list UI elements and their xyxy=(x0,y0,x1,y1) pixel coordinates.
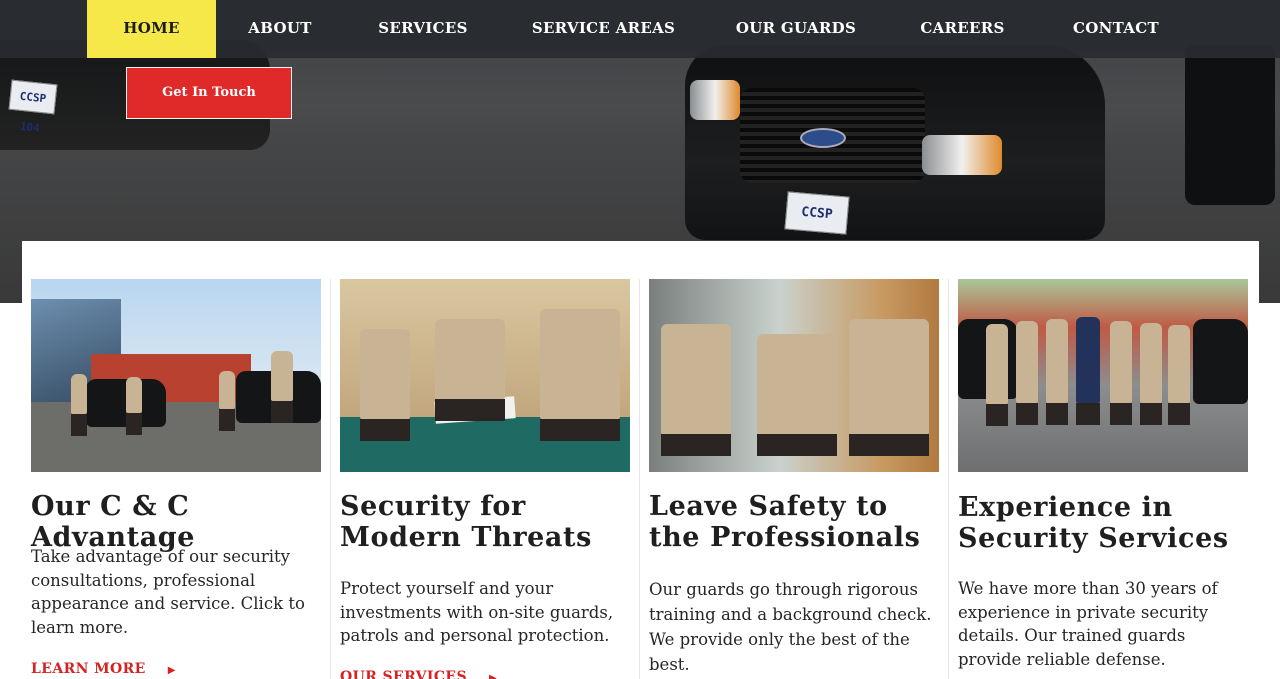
feature-column-experience: Experience in Security Services We have … xyxy=(949,279,1258,679)
get-in-touch-button[interactable]: Get In Touch xyxy=(126,67,292,119)
nav-item-contact[interactable]: CONTACT xyxy=(1038,0,1194,58)
hero-plate-left: CCSP 104 xyxy=(8,79,58,135)
feature-title: Leave Safety to the Professionals xyxy=(649,491,921,553)
feature-description: We have more than 30 years of experience… xyxy=(958,579,1218,669)
feature-title: Security for Modern Threats xyxy=(340,491,592,553)
feature-column-advantage: Our C & C Advantage Take advantage of ou… xyxy=(22,279,331,679)
learn-more-label[interactable]: LEARN MORE xyxy=(31,661,146,677)
caret-right-icon: ▶ xyxy=(167,665,176,676)
caret-right-icon: ▶ xyxy=(488,673,498,679)
nav-item-about[interactable]: ABOUT xyxy=(216,0,344,58)
feature-image-three-guards xyxy=(649,279,939,472)
hero-headlight-left xyxy=(690,80,740,120)
feature-title: Our C & C Advantage xyxy=(31,491,196,553)
feature-column-professionals: Leave Safety to the Professionals Our gu… xyxy=(640,279,949,679)
hero-plate-right: CCSP 102 xyxy=(784,191,850,260)
hero-truck-badge xyxy=(800,128,846,148)
feature-description: Protect yourself and your investments wi… xyxy=(340,579,614,645)
hero-headlight-right xyxy=(922,135,1002,175)
feature-title: Experience in Security Services xyxy=(958,492,1229,554)
main-nav: HOME ABOUT SERVICES SERVICE AREAS OUR GU… xyxy=(0,0,1280,58)
feature-image-guards-desk xyxy=(340,279,630,472)
nav-item-services[interactable]: SERVICES xyxy=(344,0,502,58)
feature-description: Take advantage of our security consultat… xyxy=(31,547,305,637)
learn-more-link[interactable]: LEARN MORE ▶ xyxy=(31,661,176,677)
nav-item-home[interactable]: HOME xyxy=(87,0,216,58)
our-services-label[interactable]: OUR SERVICES xyxy=(340,669,467,679)
nav-item-service-areas[interactable]: SERVICE AREAS xyxy=(502,0,705,58)
nav-item-our-guards[interactable]: OUR GUARDS xyxy=(705,0,887,58)
our-services-link[interactable]: OUR SERVICES ▶ xyxy=(340,669,497,679)
hero-officer xyxy=(1185,45,1275,205)
feature-description: Our guards go through rigorous training … xyxy=(649,580,932,674)
nav-item-careers[interactable]: CAREERS xyxy=(887,0,1038,58)
feature-image-guard-team xyxy=(958,279,1248,472)
feature-image-guards-building xyxy=(31,279,321,472)
feature-column-modern-threats: Security for Modern Threats Protect your… xyxy=(331,279,640,679)
